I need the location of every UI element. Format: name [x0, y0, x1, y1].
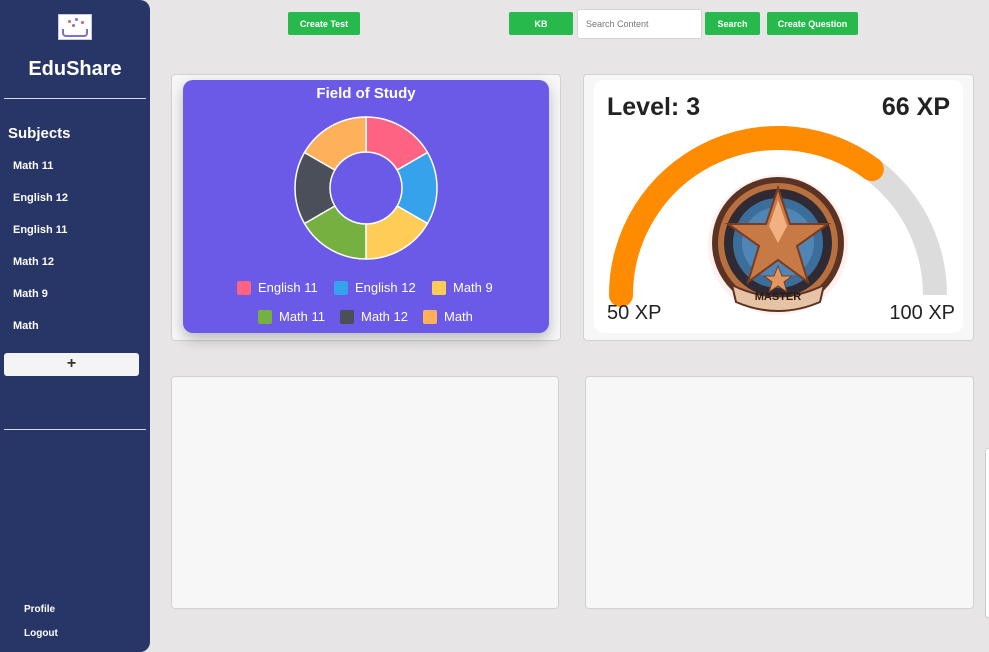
subjects-title: Subjects: [8, 125, 71, 142]
legend-swatch: [334, 280, 348, 295]
badge-label: MASTER: [755, 291, 802, 303]
create-test-button[interactable]: Create Test: [288, 12, 360, 35]
logout-link[interactable]: Logout: [24, 628, 58, 639]
create-question-button[interactable]: Create Question: [767, 12, 858, 35]
sidebar-item-math-12[interactable]: Math 12: [13, 256, 54, 268]
level-panel: Level: 3 66 XP MASTER 50 XP 100 XP: [594, 80, 963, 333]
add-subject-button[interactable]: +: [4, 353, 139, 376]
legend-item[interactable]: Math: [423, 309, 473, 324]
xp-gauge: MASTER: [609, 126, 947, 315]
legend-item[interactable]: English 11: [237, 280, 318, 295]
doughnut-chart: [294, 116, 438, 260]
legend-item[interactable]: Math 9: [432, 280, 493, 295]
legend-label: English 11: [258, 280, 318, 295]
kb-button[interactable]: KB: [509, 12, 573, 35]
scrollbar[interactable]: [985, 448, 989, 618]
sidebar-item-math-11[interactable]: Math 11: [13, 160, 53, 172]
legend-label: English 12: [355, 280, 416, 295]
legend-item[interactable]: Math 12: [340, 309, 408, 324]
brand-name: EduShare: [28, 58, 122, 80]
gauge-max-label: 100 XP: [889, 302, 955, 324]
legend-swatch: [423, 309, 437, 324]
divider: [4, 429, 146, 430]
legend-swatch: [340, 309, 354, 324]
legend-swatch: [432, 280, 446, 295]
legend-label: Math 9: [453, 280, 493, 295]
legend-label: Math 12: [361, 309, 408, 324]
sidebar: EduShare Subjects Math 11 English 12 Eng…: [0, 0, 150, 652]
legend-swatch: [258, 309, 272, 324]
legend-item[interactable]: Math 11: [258, 309, 325, 324]
empty-card-left: [171, 376, 559, 609]
logo-icon: [58, 14, 92, 40]
sidebar-item-english-12[interactable]: English 12: [13, 192, 68, 204]
legend-item[interactable]: English 12: [334, 280, 416, 295]
gauge-min-label: 50 XP: [607, 302, 662, 324]
legend-swatch: [237, 280, 251, 295]
sidebar-item-english-11[interactable]: English 11: [13, 224, 67, 236]
divider: [4, 98, 146, 99]
search-button[interactable]: Search: [705, 12, 760, 35]
legend-label: Math: [444, 309, 473, 324]
search-input[interactable]: [577, 9, 702, 39]
star-badge-icon: MASTER: [708, 175, 848, 315]
sidebar-item-math-9[interactable]: Math 9: [13, 288, 48, 300]
empty-card-right: [585, 376, 974, 609]
field-of-study-panel: Field of Study English 11 English 12 Mat…: [183, 80, 549, 333]
sidebar-item-math[interactable]: Math: [13, 320, 39, 332]
profile-link[interactable]: Profile: [24, 604, 55, 615]
legend-label: Math 11: [279, 309, 326, 324]
